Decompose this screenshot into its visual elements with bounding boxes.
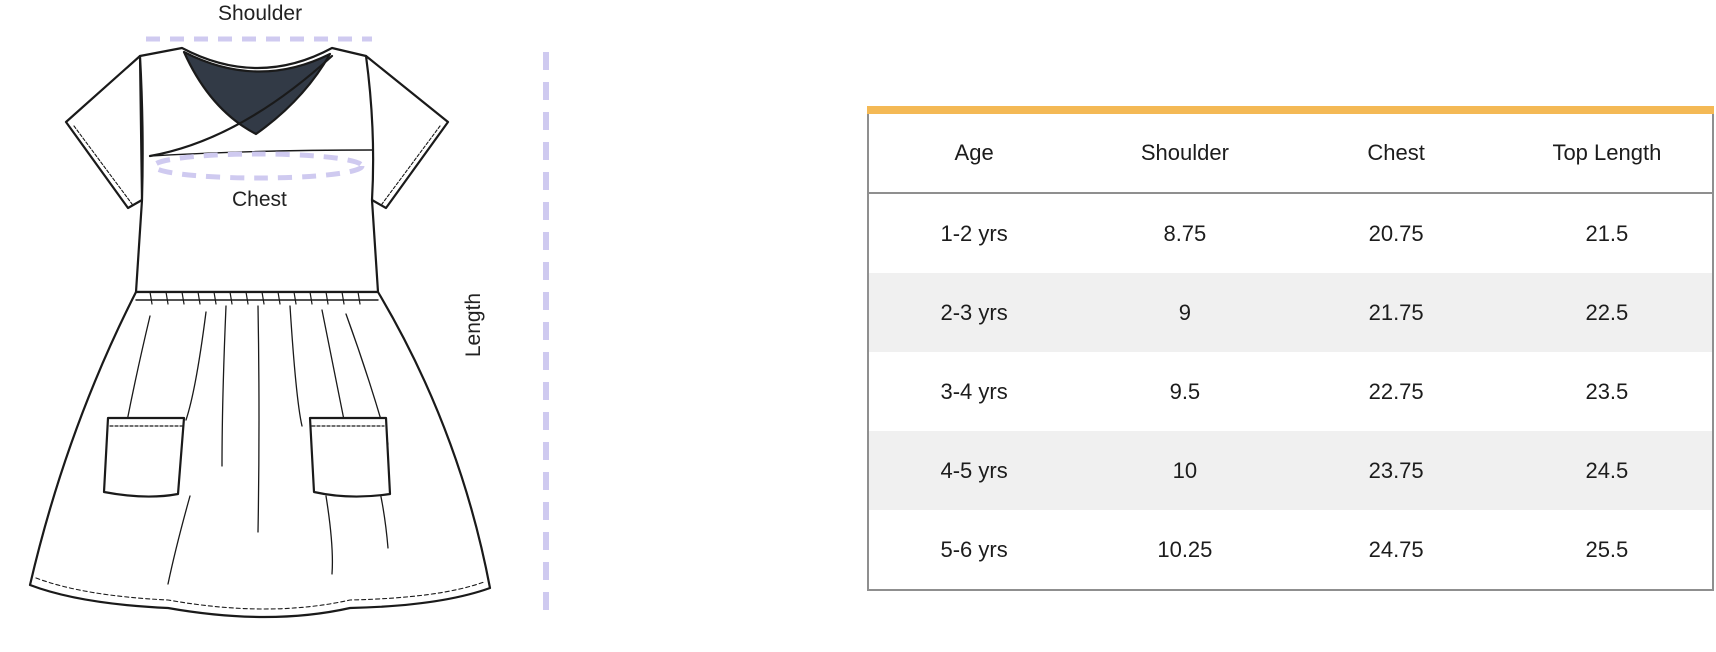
cell-chest: 21.75 (1290, 273, 1502, 352)
table-row: 2-3 yrs 9 21.75 22.5 (868, 273, 1713, 352)
cell-top-length: 23.5 (1585, 378, 1629, 404)
cell-shoulder: 8.75 (1163, 220, 1207, 246)
table-row: 3-4 yrs 9.5 22.75 23.5 (868, 352, 1713, 431)
cell-chest: 20.75 (1368, 220, 1424, 246)
table-row: 1-2 yrs 8.75 20.75 21.5 (868, 193, 1713, 273)
chest-label: Chest (232, 188, 287, 211)
cell-age: 4-5 yrs (868, 431, 1080, 510)
cell-age: 1-2 yrs (940, 220, 1008, 246)
cell-chest: 22.75 (1368, 378, 1424, 404)
dress-illustration (28, 36, 549, 619)
table-accent-bar (867, 106, 1714, 114)
cell-age: 3-4 yrs (940, 378, 1008, 404)
header-shoulder: Shoulder (1079, 114, 1291, 194)
size-chart: Age Shoulder Chest Top Length 1-2 yrs 8.… (867, 106, 1714, 591)
cell-shoulder: 9 (1079, 273, 1291, 352)
size-table: Age Shoulder Chest Top Length 1-2 yrs 8.… (867, 114, 1714, 591)
dress-outline (28, 46, 492, 619)
length-label: Length (462, 292, 485, 358)
cell-age: 5-6 yrs (940, 536, 1008, 562)
cell-age: 2-3 yrs (868, 273, 1080, 352)
header-top-length: Top Length (1501, 114, 1713, 194)
cell-top-length: 24.5 (1501, 431, 1713, 510)
cell-top-length: 21.5 (1585, 220, 1629, 246)
table-row: 5-6 yrs 10.25 24.75 25.5 (868, 510, 1713, 590)
table-header-row: Age Shoulder Chest Top Length (868, 114, 1713, 194)
header-chest: Chest (1290, 114, 1502, 194)
dress-diagram: Shoulder Chest Length (0, 0, 640, 652)
cell-top-length: 22.5 (1501, 273, 1713, 352)
shoulder-label: Shoulder (218, 2, 303, 25)
cell-shoulder: 9.5 (1169, 378, 1201, 404)
cell-shoulder: 10.25 (1157, 536, 1213, 562)
cell-top-length: 25.5 (1585, 536, 1629, 562)
cell-chest: 24.75 (1368, 536, 1424, 562)
header-age: Age (868, 114, 1080, 194)
table-row: 4-5 yrs 10 23.75 24.5 (868, 431, 1713, 510)
cell-chest: 23.75 (1290, 431, 1502, 510)
cell-shoulder: 10 (1079, 431, 1291, 510)
